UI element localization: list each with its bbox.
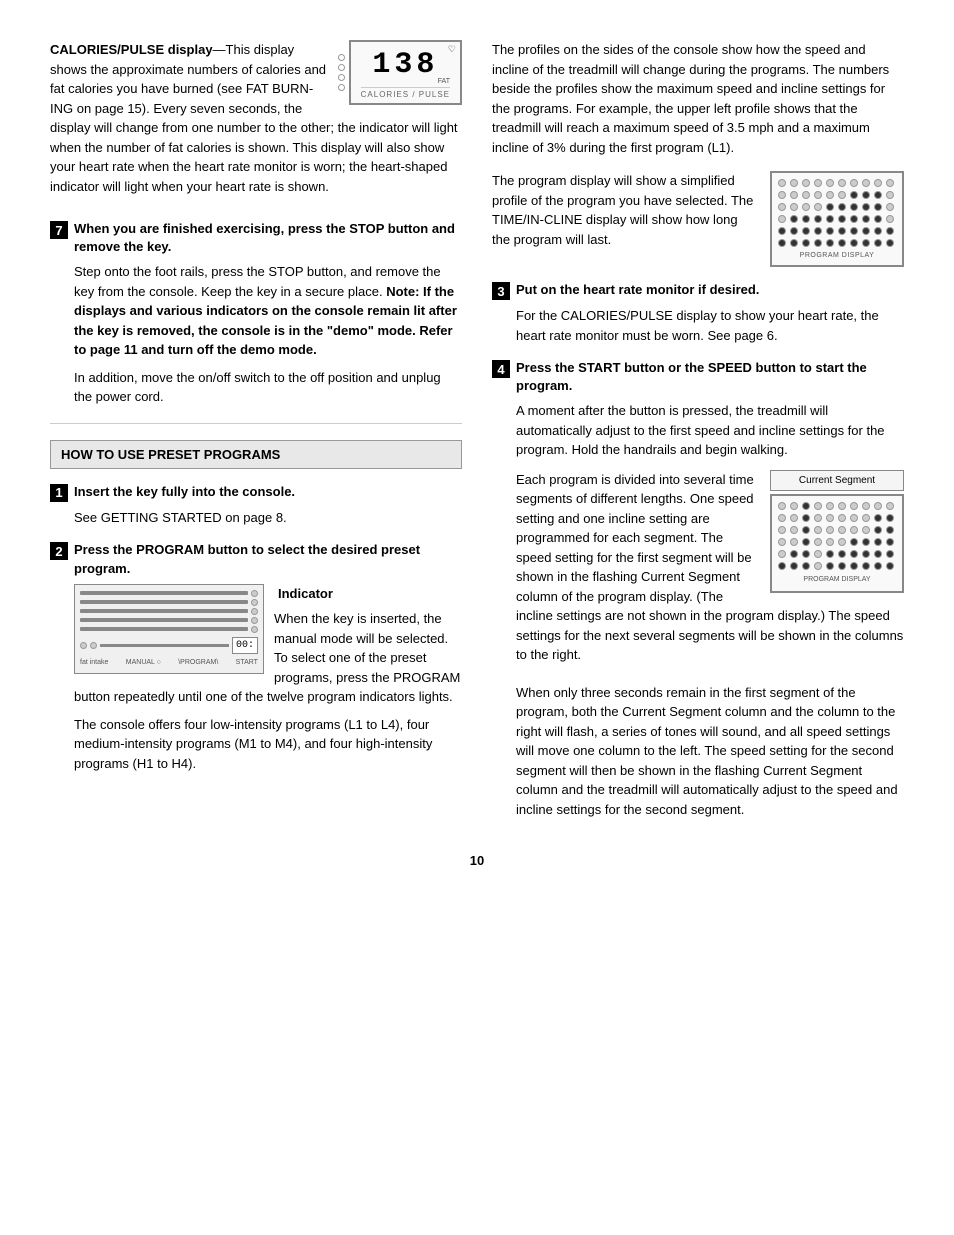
label-start: START <box>236 658 258 669</box>
step1-header: 1 Insert the key fully into the console. <box>50 483 462 502</box>
calories-section: 138 ♡ FAT CALORIES / PULSE CALORIES/PULS… <box>50 40 462 202</box>
step7-title: When you are finished exercising, press … <box>74 220 462 256</box>
current-segment-display: PROGRAM DISPLAY <box>770 494 904 594</box>
calories-label: CALORIES / PULSE <box>361 87 450 99</box>
calories-display-word: display <box>168 42 213 57</box>
program-display: PROGRAM DISPLAY <box>770 171 904 267</box>
program-display-section: PROGRAM DISPLAY The program display will… <box>492 171 904 267</box>
step3-text: For the CALORIES/PULSE display to show y… <box>516 306 904 345</box>
step2: 2 Press the PROGRAM button to select the… <box>50 541 462 781</box>
step7-body2: In addition, move the on/off switch to t… <box>74 368 462 407</box>
step4-text3: When only three seconds remain in the fi… <box>516 683 904 820</box>
calories-dots <box>338 54 345 91</box>
calories-display: 138 ♡ FAT CALORIES / PULSE <box>349 40 462 105</box>
console-row5 <box>80 626 258 633</box>
indicator-label: Indicator <box>278 584 333 604</box>
step4-number: 4 <box>492 360 510 378</box>
console-bottom-labels: fat intake MANUAL ○ \PROGRAM\ START <box>80 658 258 669</box>
page: 138 ♡ FAT CALORIES / PULSE CALORIES/PULS… <box>0 0 954 1235</box>
dot3 <box>338 74 345 81</box>
step7-para1: Step onto the foot rails, press the STOP… <box>74 262 462 360</box>
step3-title: Put on the heart rate monitor if desired… <box>516 281 759 299</box>
step7: 7 When you are finished exercising, pres… <box>50 220 462 407</box>
step2-header: 2 Press the PROGRAM button to select the… <box>50 541 462 577</box>
step4-title: Press the START button or the SPEED butt… <box>516 359 904 395</box>
divider <box>50 423 462 424</box>
page-number: 10 <box>50 853 904 868</box>
step2-text2: The console offers four low-intensity pr… <box>74 715 462 774</box>
prog-grid <box>778 179 896 249</box>
step4-text1: A moment after the button is pressed, th… <box>516 401 904 460</box>
step1: 1 Insert the key fully into the console.… <box>50 483 462 528</box>
step2-number: 2 <box>50 542 68 560</box>
step1-number: 1 <box>50 484 68 502</box>
step3-number: 3 <box>492 282 510 300</box>
step2-body: 00: fat intake MANUAL ○ \PROGRAM\ START <box>74 584 462 782</box>
dot4 <box>338 84 345 91</box>
step7-header: 7 When you are finished exercising, pres… <box>50 220 462 256</box>
console-image: 00: fat intake MANUAL ○ \PROGRAM\ START <box>74 584 264 675</box>
indicator-label-wrapper: Indicator <box>274 584 462 604</box>
step1-text: See GETTING STARTED on page 8. <box>74 508 462 528</box>
label-program: \PROGRAM\ <box>178 658 218 669</box>
step4-header: 4 Press the START button or the SPEED bu… <box>492 359 904 395</box>
step4: 4 Press the START button or the SPEED bu… <box>492 359 904 819</box>
step3-body: For the CALORIES/PULSE display to show y… <box>516 306 904 345</box>
console-row3 <box>80 608 258 615</box>
current-segment-label: Current Segment <box>770 470 904 491</box>
step7-body: Step onto the foot rails, press the STOP… <box>74 262 462 407</box>
console-row2 <box>80 599 258 606</box>
console-row4 <box>80 617 258 624</box>
dot2 <box>338 64 345 71</box>
calories-number: 138 <box>361 48 450 82</box>
time-display: 00: <box>232 637 258 654</box>
right-column: The profiles on the sides of the console… <box>492 40 904 833</box>
preset-section-title: HOW TO USE PRESET PROGRAMS <box>50 440 462 469</box>
step3-header: 3 Put on the heart rate monitor if desir… <box>492 281 904 300</box>
seg-grid <box>778 502 896 572</box>
right-intro: The profiles on the sides of the console… <box>492 40 904 157</box>
console-rows: 00: fat intake MANUAL ○ \PROGRAM\ START <box>80 590 258 669</box>
step1-body: See GETTING STARTED on page 8. <box>74 508 462 528</box>
segment-display-label: PROGRAM DISPLAY <box>778 575 896 586</box>
left-column: 138 ♡ FAT CALORIES / PULSE CALORIES/PULS… <box>50 40 462 833</box>
step2-title: Press the PROGRAM button to select the d… <box>74 541 462 577</box>
calories-title: CALORIES/PULSE <box>50 42 164 57</box>
step3: 3 Put on the heart rate monitor if desir… <box>492 281 904 345</box>
dot1 <box>338 54 345 61</box>
step7-number: 7 <box>50 221 68 239</box>
current-segment-section: Current Segment <box>516 470 904 673</box>
step4-body: A moment after the button is pressed, th… <box>516 401 904 819</box>
heart-indicator: ♡ <box>448 44 456 55</box>
console-row1 <box>80 590 258 597</box>
label-fat-intake: fat intake <box>80 658 108 669</box>
console-row6: 00: <box>80 637 258 654</box>
program-display-label: PROGRAM DISPLAY <box>778 252 896 259</box>
step1-title: Insert the key fully into the console. <box>74 483 295 501</box>
label-manual: MANUAL ○ <box>126 658 161 669</box>
current-segment-wrapper: Current Segment <box>770 470 904 594</box>
